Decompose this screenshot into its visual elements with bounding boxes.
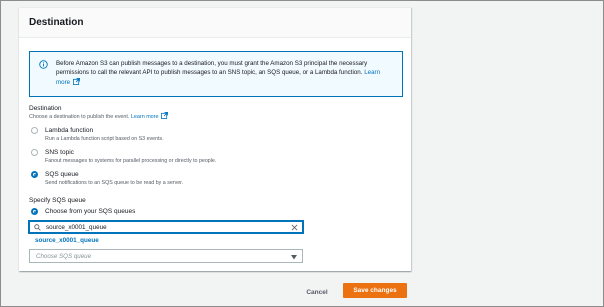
- radio-description: Fanout messages to systems for parallel …: [45, 158, 217, 164]
- panel-title: Destination: [29, 17, 84, 28]
- dropdown-option[interactable]: source_x0001_queue: [29, 235, 303, 247]
- search-value[interactable]: source_x0001_queue: [46, 224, 107, 231]
- radio-label: Lambda function: [45, 127, 94, 134]
- radio-description: Run a Lambda function script based on S3…: [45, 136, 164, 142]
- sqs-queue-search-input[interactable]: source_x0001_queue: [29, 221, 303, 233]
- search-icon: [34, 224, 41, 231]
- radio-label: SQS queue: [45, 171, 79, 178]
- radio-label: Choose from your SQS queues: [45, 208, 136, 215]
- destination-description-row: Choose a destination to publish the even…: [29, 112, 168, 120]
- radio-button[interactable]: [31, 149, 38, 156]
- save-changes-button[interactable]: Save changes: [343, 283, 407, 298]
- destination-label: Destination: [29, 105, 62, 112]
- external-link-icon[interactable]: [72, 77, 80, 85]
- select-placeholder: Choose SQS queue: [36, 253, 92, 260]
- destination-label-group: Destination Choose a destination to publ…: [29, 105, 168, 120]
- radio-label: SNS topic: [45, 149, 74, 156]
- radio-button-selected[interactable]: [31, 171, 38, 178]
- close-icon[interactable]: [291, 224, 298, 231]
- info-text: Before Amazon S3 can publish messages to…: [56, 60, 368, 77]
- radio-button[interactable]: [31, 127, 38, 134]
- radio-description: Send notifications to an SQS queue to be…: [45, 180, 184, 186]
- destination-learn-more-link[interactable]: Learn more: [131, 114, 159, 120]
- destination-description: Choose a destination to publish the even…: [29, 114, 130, 120]
- external-link-icon[interactable]: [161, 112, 168, 119]
- panel-header: Destination: [19, 8, 411, 38]
- cancel-button[interactable]: Cancel: [299, 285, 335, 299]
- specify-sqs-label-group: Specify SQS queue: [29, 197, 86, 204]
- sqs-queue-select[interactable]: Choose SQS queue: [29, 249, 303, 263]
- caret-down-icon[interactable]: [291, 254, 297, 260]
- specify-sqs-label: Specify SQS queue: [29, 197, 86, 204]
- radio-button-selected[interactable]: [31, 208, 38, 215]
- info-alert: Before Amazon S3 can publish messages to…: [29, 51, 403, 97]
- info-icon: [39, 60, 48, 69]
